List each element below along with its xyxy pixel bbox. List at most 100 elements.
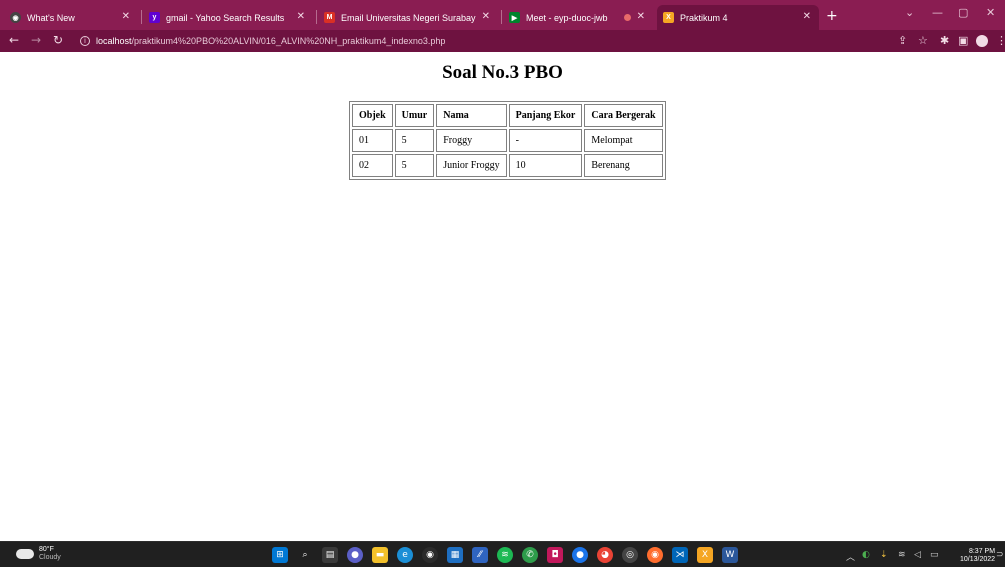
tab-title: Meet - eyp-duoc-jwb bbox=[526, 12, 608, 23]
window-close-icon[interactable]: ✕ bbox=[986, 6, 995, 19]
close-icon[interactable]: ✕ bbox=[297, 11, 305, 22]
table-cell: Junior Froggy bbox=[436, 154, 507, 177]
back-arrow-icon[interactable]: ← bbox=[9, 33, 19, 47]
close-icon[interactable]: ✕ bbox=[482, 11, 490, 22]
animal-table: Objek Umur Nama Panjang Ekor Cara Berger… bbox=[349, 101, 666, 180]
tab-praktikum-4[interactable]: X Praktikum 4 ✕ bbox=[657, 5, 819, 30]
taskbar-clock[interactable]: 8:37 PM 10/13/2022 bbox=[960, 548, 995, 564]
tray-chevron-icon[interactable]: ︿ bbox=[846, 550, 855, 563]
store-icon[interactable]: ▦ bbox=[447, 547, 463, 563]
table-cell: 5 bbox=[394, 129, 435, 152]
browser-toolbar: ← → ↻ i localhost/praktikum4%20PBO%20ALV… bbox=[0, 30, 1005, 52]
bookmark-star-icon[interactable]: ☆ bbox=[918, 34, 928, 47]
instagram-icon[interactable]: ◘ bbox=[547, 547, 563, 563]
table-cell: 01 bbox=[352, 129, 393, 152]
edge-icon[interactable]: e bbox=[397, 547, 413, 563]
table-row: 02 5 Junior Froggy 10 Berenang bbox=[352, 154, 663, 177]
battery-icon[interactable]: ▭ bbox=[930, 550, 939, 560]
table-cell: 02 bbox=[352, 154, 393, 177]
whatsapp-icon[interactable]: ✆ bbox=[522, 547, 538, 563]
browser-tab-strip: ◉ What's New ✕ y gmail - Yahoo Search Re… bbox=[0, 0, 1005, 30]
chrome-canary-icon[interactable]: ◉ bbox=[647, 547, 663, 563]
profile-avatar-icon[interactable] bbox=[976, 35, 988, 47]
xampp-icon[interactable]: X bbox=[697, 547, 713, 563]
task-view-icon[interactable]: ▤ bbox=[322, 547, 338, 563]
gmail-icon: M bbox=[324, 12, 335, 23]
tray-app-icon[interactable]: ◐ bbox=[862, 550, 870, 560]
menu-kebab-icon[interactable]: ⋮ bbox=[996, 34, 1005, 47]
clock-time: 8:37 PM bbox=[968, 548, 996, 555]
weather-temp: 80°F bbox=[39, 546, 54, 553]
tab-separator bbox=[316, 10, 317, 24]
close-icon[interactable]: ✕ bbox=[637, 11, 645, 22]
url-text: localhost/praktikum4%20PBO%20ALVIN/016_A… bbox=[96, 36, 445, 46]
tab-separator bbox=[501, 10, 502, 24]
close-icon[interactable]: ✕ bbox=[122, 11, 130, 22]
weather-text: 80°F Cloudy bbox=[39, 546, 61, 562]
column-header-umur: Umur bbox=[394, 104, 435, 127]
table-row: 01 5 Froggy - Melompat bbox=[352, 129, 663, 152]
visual-studio-icon[interactable]: ⁄⁄ bbox=[472, 547, 488, 563]
zoom-icon[interactable]: ● bbox=[572, 547, 588, 563]
recording-indicator-icon bbox=[624, 14, 631, 21]
notification-icon[interactable]: ⊃ bbox=[996, 550, 1004, 560]
side-panel-icon[interactable]: ▣ bbox=[958, 34, 968, 47]
table-header-row: Objek Umur Nama Panjang Ekor Cara Berger… bbox=[352, 104, 663, 127]
weather-widget[interactable]: 80°F Cloudy bbox=[16, 546, 61, 562]
table-cell: - bbox=[508, 129, 583, 152]
file-explorer-icon[interactable]: ▬ bbox=[372, 547, 388, 563]
tab-title: gmail - Yahoo Search Results bbox=[166, 12, 285, 23]
url-path: /praktikum4%20PBO%20ALVIN/016_ALVIN%20NH… bbox=[131, 36, 446, 46]
search-icon[interactable]: ⌕ bbox=[297, 547, 313, 563]
tray-usb-icon[interactable]: ⇣ bbox=[880, 550, 888, 560]
spotify-icon[interactable]: ≋ bbox=[497, 547, 513, 563]
tab-google-meet[interactable]: ▶ Meet - eyp-duoc-jwb ✕ bbox=[503, 5, 653, 30]
page-title: Soal No.3 PBO bbox=[442, 62, 563, 83]
word-icon[interactable]: W bbox=[722, 547, 738, 563]
weather-desc: Cloudy bbox=[39, 554, 61, 561]
volume-icon[interactable]: ◁ bbox=[914, 550, 921, 560]
tab-email-unesa[interactable]: M Email Universitas Negeri Surabay ✕ bbox=[318, 5, 498, 30]
chrome-icon[interactable]: ◕ bbox=[597, 547, 613, 563]
extensions-puzzle-icon[interactable]: ✱ bbox=[940, 34, 949, 47]
share-icon[interactable]: ⇪ bbox=[898, 34, 907, 47]
tab-separator bbox=[141, 10, 142, 24]
column-header-nama: Nama bbox=[436, 104, 507, 127]
new-tab-plus-icon[interactable]: + bbox=[826, 8, 838, 24]
vscode-icon[interactable]: ⋊ bbox=[672, 547, 688, 563]
column-header-panjang-ekor: Panjang Ekor bbox=[508, 104, 583, 127]
table-cell: 5 bbox=[394, 154, 435, 177]
address-bar[interactable]: i localhost/praktikum4%20PBO%20ALVIN/016… bbox=[80, 33, 480, 49]
reload-icon[interactable]: ↻ bbox=[53, 33, 63, 47]
url-host: localhost bbox=[96, 36, 132, 46]
tab-yahoo-search[interactable]: y gmail - Yahoo Search Results ✕ bbox=[143, 5, 313, 30]
yahoo-icon: y bbox=[149, 12, 160, 23]
forward-arrow-icon[interactable]: → bbox=[31, 33, 41, 47]
chrome-icon: ◉ bbox=[10, 12, 21, 23]
taskbar-app-list: ⊞ ⌕ ▤ ● ▬ e ◉ ▦ ⁄⁄ ≋ ✆ ◘ ● ◕ ◎ ◉ ⋊ X W bbox=[272, 547, 738, 563]
tab-title: What's New bbox=[27, 12, 75, 23]
column-header-objek: Objek bbox=[352, 104, 393, 127]
clock-date: 10/13/2022 bbox=[960, 556, 996, 563]
site-info-icon[interactable]: i bbox=[80, 36, 90, 46]
cloud-icon bbox=[16, 549, 34, 559]
tab-search-chevron-icon[interactable]: ⌄ bbox=[905, 6, 914, 19]
table-cell: Melompat bbox=[584, 129, 663, 152]
wifi-icon[interactable]: ≋ bbox=[898, 550, 906, 560]
windows-taskbar: 80°F Cloudy ⊞ ⌕ ▤ ● ▬ e ◉ ▦ ⁄⁄ ≋ ✆ ◘ ● ◕… bbox=[0, 541, 1005, 567]
close-icon[interactable]: ✕ bbox=[803, 11, 811, 22]
minimize-icon[interactable]: — bbox=[932, 6, 943, 19]
windows-start-icon[interactable]: ⊞ bbox=[272, 547, 288, 563]
table-cell: Froggy bbox=[436, 129, 507, 152]
xampp-icon: X bbox=[663, 12, 674, 23]
restore-icon[interactable]: ▢ bbox=[958, 6, 968, 19]
tab-title: Praktikum 4 bbox=[680, 12, 728, 23]
chat-icon[interactable]: ● bbox=[347, 547, 363, 563]
obs-icon[interactable]: ◎ bbox=[622, 547, 638, 563]
table-cell: 10 bbox=[508, 154, 583, 177]
column-header-cara-bergerak: Cara Bergerak bbox=[584, 104, 663, 127]
table-cell: Berenang bbox=[584, 154, 663, 177]
chrome-dev-icon[interactable]: ◉ bbox=[422, 547, 438, 563]
tab-title: Email Universitas Negeri Surabay bbox=[341, 12, 476, 23]
tab-whats-new[interactable]: ◉ What's New ✕ bbox=[4, 5, 138, 30]
